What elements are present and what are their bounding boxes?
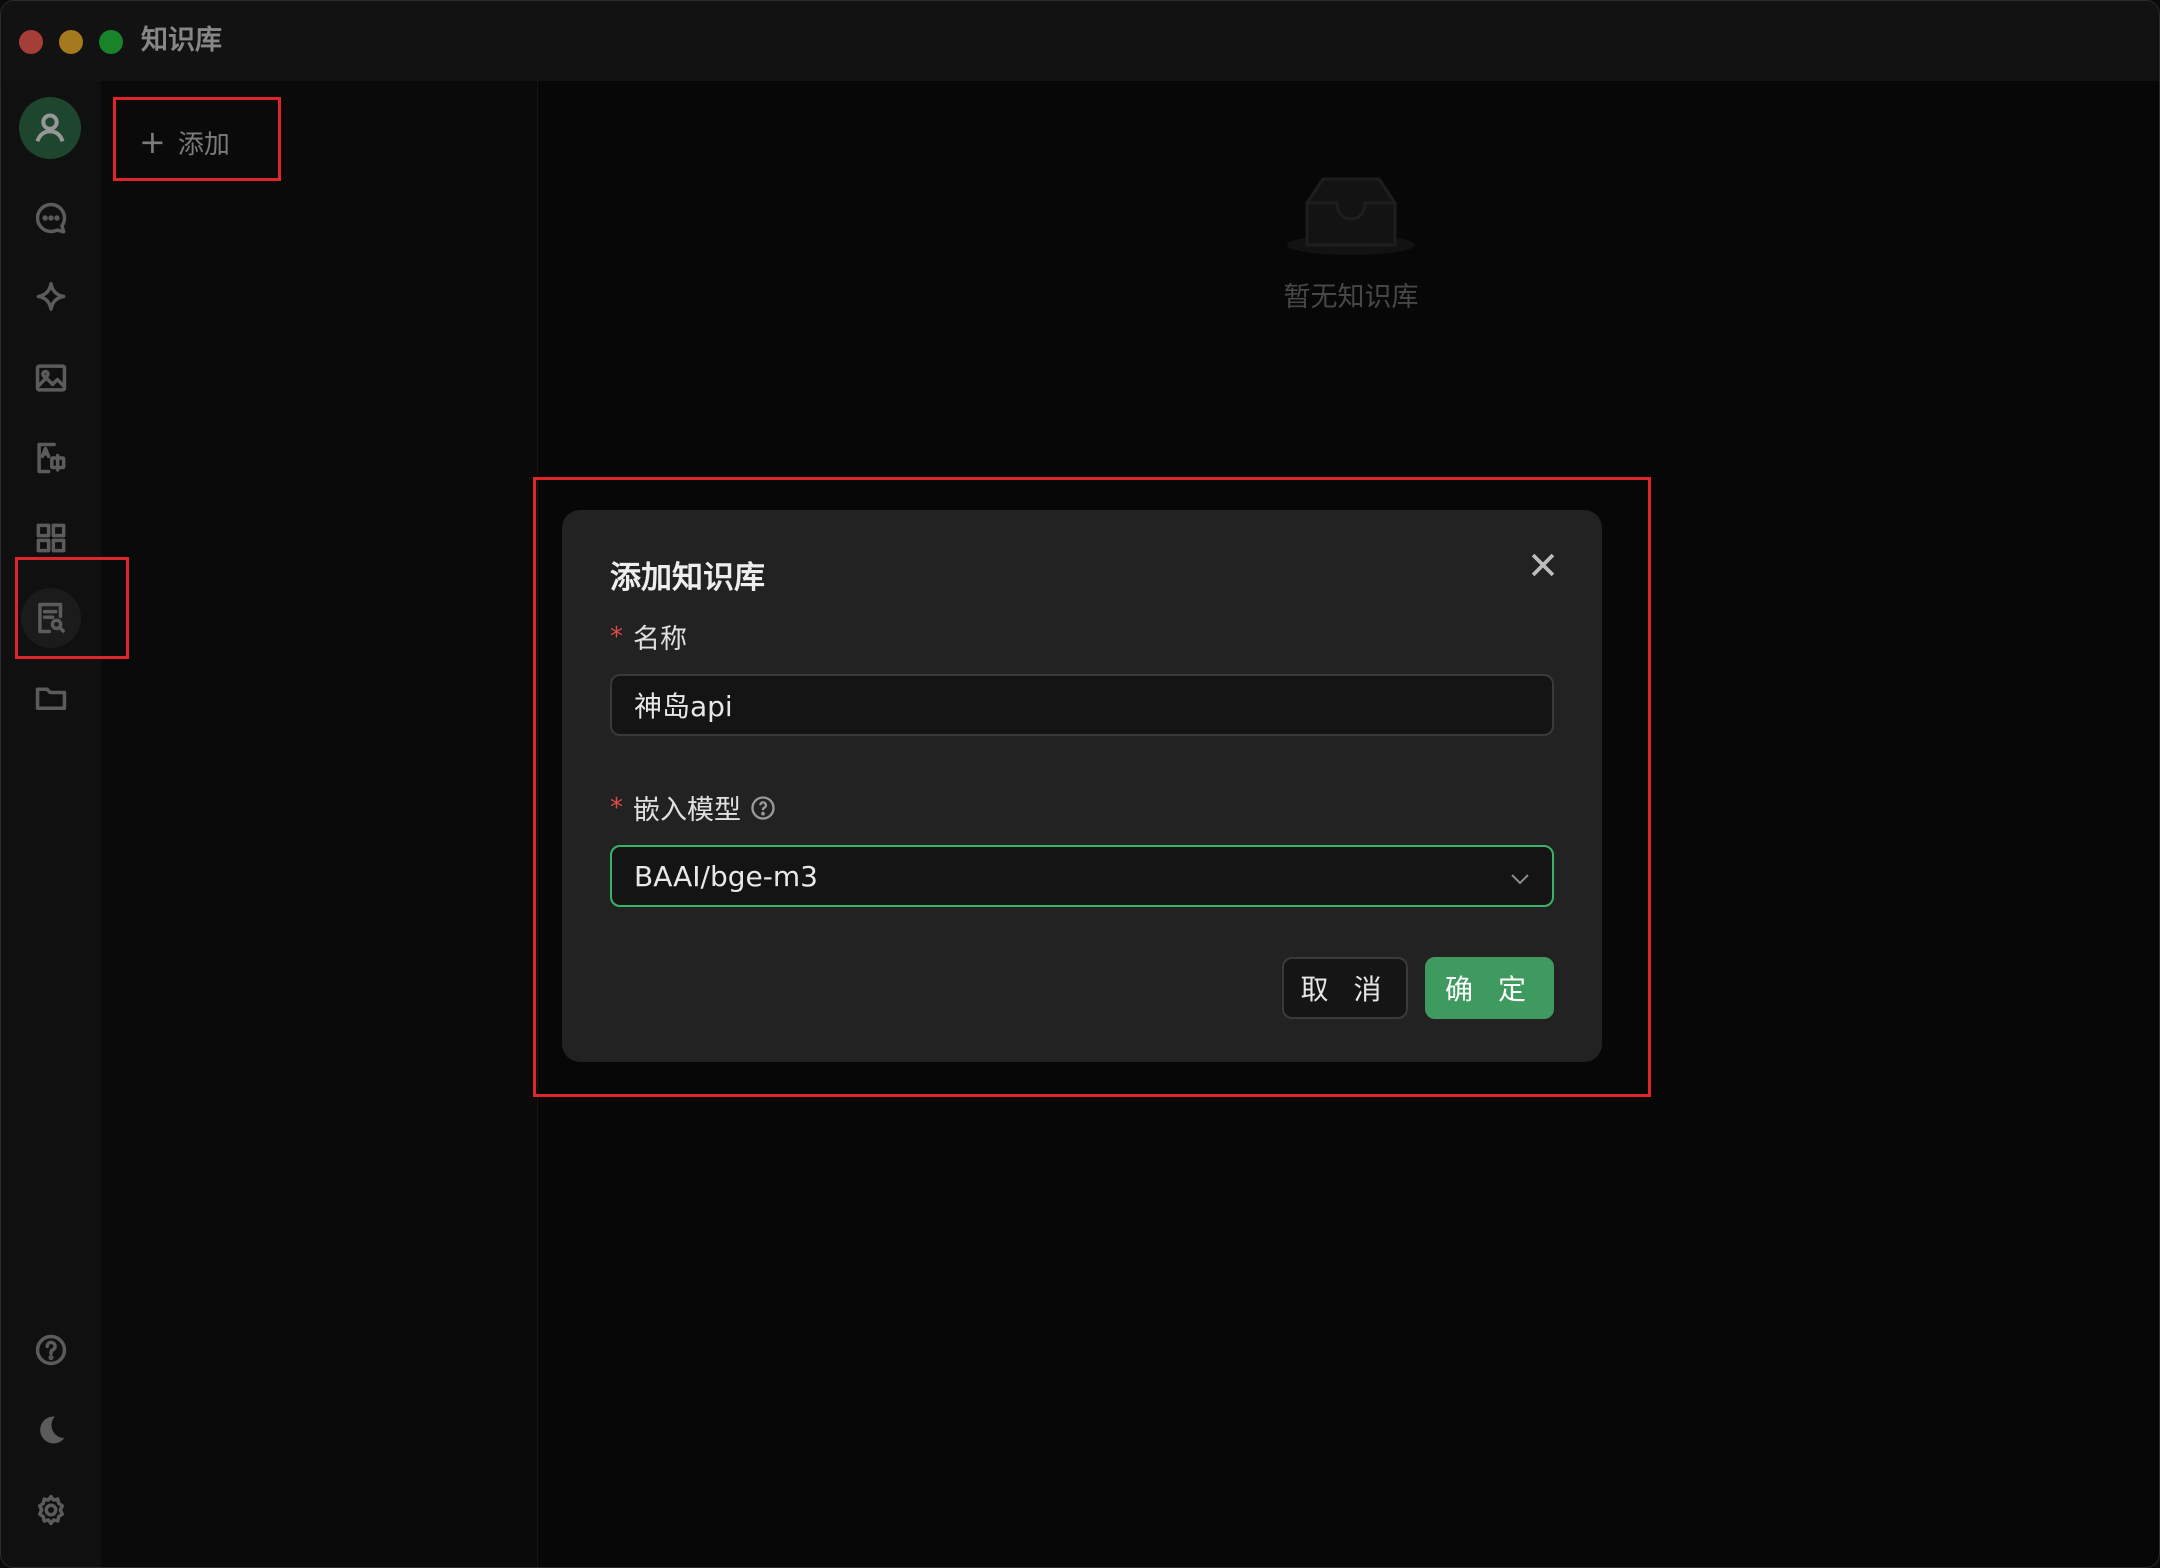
app-window: 知识库 + 添加 暂无知识库 添加知识库 * 名称 神岛api * 嵌入模型 B… [0, 0, 2160, 1568]
annotation-add-button [113, 97, 281, 181]
annotation-dialog [533, 477, 1651, 1097]
annotation-knowledge-nav [15, 557, 129, 659]
